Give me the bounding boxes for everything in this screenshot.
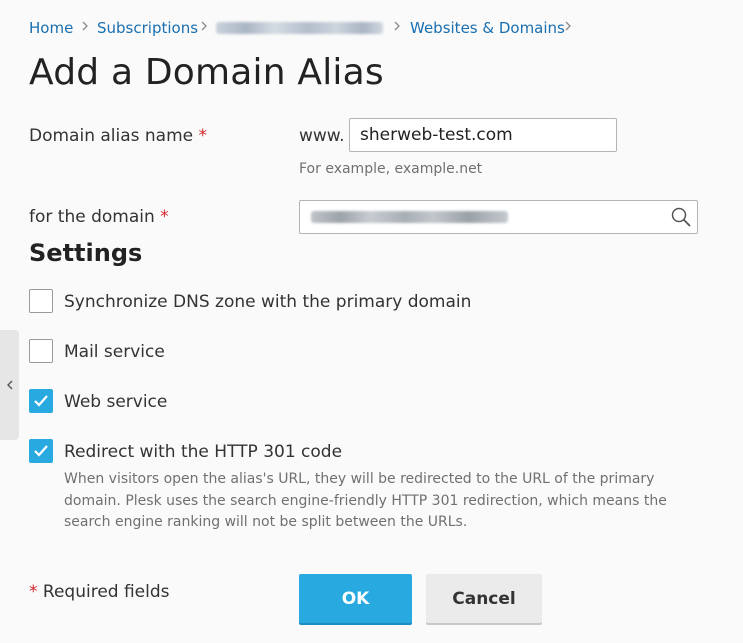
settings-heading: Settings: [29, 239, 143, 267]
required-mark: *: [29, 582, 38, 602]
chevron-right-icon: [201, 21, 207, 31]
selected-domain-value: [311, 211, 508, 223]
checkmark-icon: [34, 445, 48, 457]
web-service-checkbox[interactable]: [29, 389, 53, 413]
sync-dns-checkbox[interactable]: [29, 289, 53, 313]
domain-select[interactable]: [299, 200, 698, 234]
cancel-button[interactable]: Cancel: [426, 574, 542, 623]
web-service-label[interactable]: Web service: [64, 392, 167, 412]
search-icon[interactable]: [670, 206, 692, 228]
redirect-301-label[interactable]: Redirect with the HTTP 301 code: [64, 442, 342, 462]
required-mark: *: [198, 126, 208, 146]
chevron-right-icon: [394, 21, 400, 31]
chevron-left-icon: [6, 380, 12, 390]
redirect-description: When visitors open the alias's URL, they…: [64, 471, 667, 530]
mail-service-label[interactable]: Mail service: [64, 342, 165, 362]
required-mark: *: [160, 207, 169, 227]
breadcrumb-home-link[interactable]: Home: [29, 19, 73, 37]
breadcrumb-subscription-name-link[interactable]: [216, 22, 383, 34]
alias-name-label: Domain alias name *: [29, 126, 207, 146]
www-prefix: www.: [299, 126, 345, 146]
domain-label-text: for the domain: [29, 207, 155, 227]
domain-label: for the domain *: [29, 207, 169, 227]
mail-service-checkbox[interactable]: [29, 339, 53, 363]
required-fields-note: * Required fields: [29, 582, 170, 602]
required-fields-text: Required fields: [42, 582, 170, 602]
ok-button[interactable]: OK: [299, 574, 412, 623]
chevron-right-icon: [565, 21, 571, 31]
alias-name-label-text: Domain alias name: [29, 126, 194, 146]
checkmark-icon: [34, 395, 48, 407]
alias-name-input[interactable]: [349, 118, 617, 152]
redirect-301-checkbox[interactable]: [29, 439, 53, 463]
page-title: Add a Domain Alias: [29, 52, 384, 93]
sidebar-toggle[interactable]: [0, 330, 19, 440]
breadcrumb-websites-domains-link[interactable]: Websites & Domains: [410, 19, 565, 37]
breadcrumb-subscriptions-link[interactable]: Subscriptions: [97, 19, 198, 37]
sync-dns-label[interactable]: Synchronize DNS zone with the primary do…: [64, 292, 471, 312]
chevron-right-icon: [82, 21, 88, 31]
alias-name-hint: For example, example.net: [299, 161, 483, 177]
